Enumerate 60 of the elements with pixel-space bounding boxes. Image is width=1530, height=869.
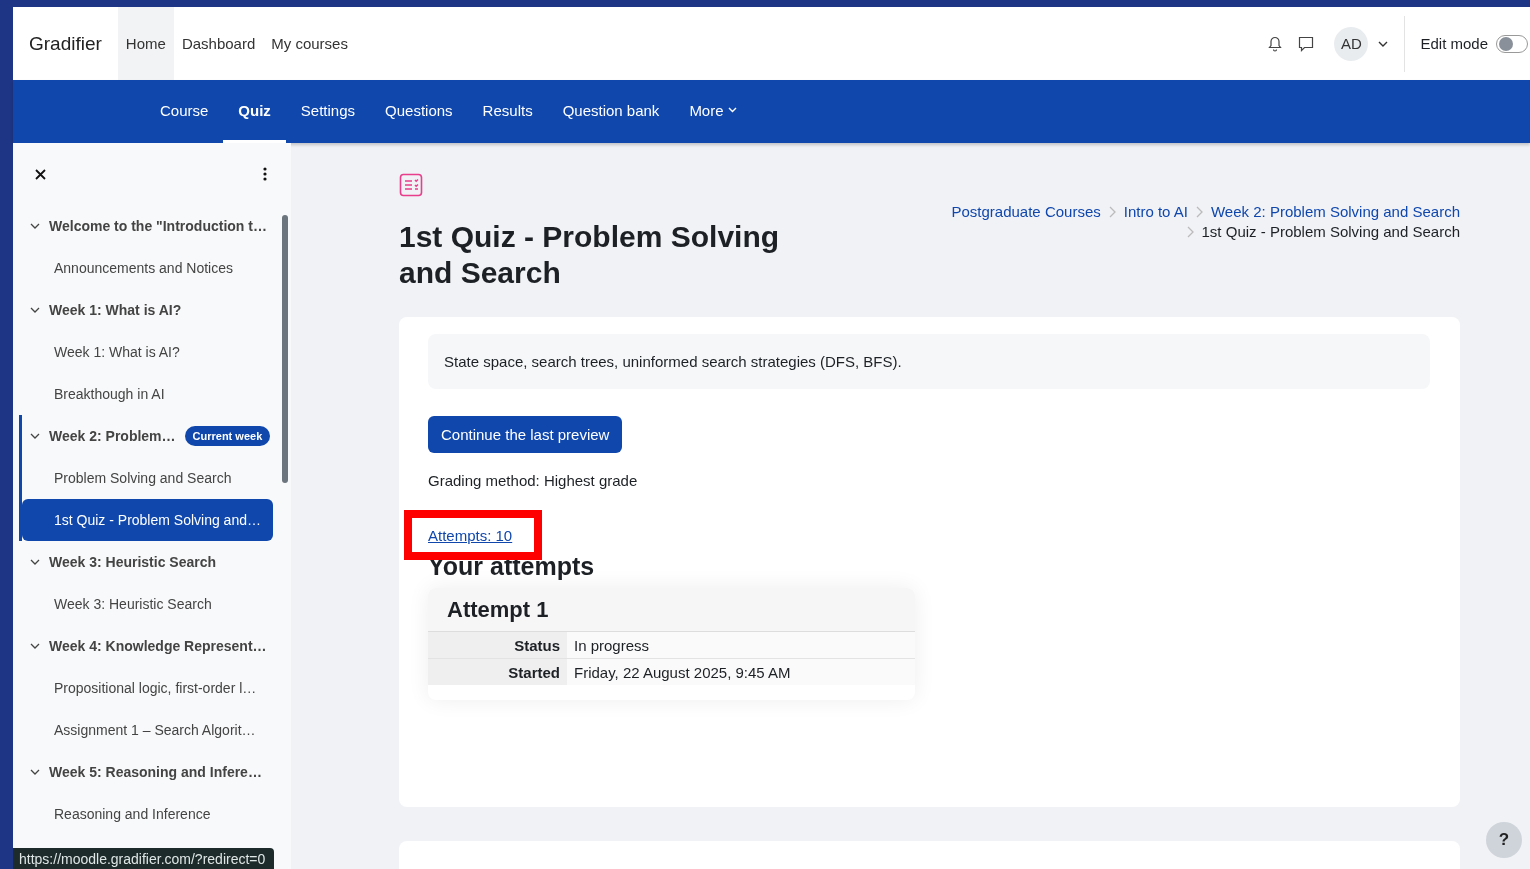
nav-link[interactable]: Home: [117, 7, 174, 80]
section-title[interactable]: Week 1: What is AI?: [49, 302, 182, 318]
row-label: Status: [428, 632, 567, 658]
activity-link[interactable]: Week 3: Heuristic Search: [22, 583, 273, 625]
chevron-icon[interactable]: [30, 433, 40, 439]
bell-icon[interactable]: [1268, 35, 1283, 52]
close-icon[interactable]: [35, 168, 46, 180]
nav-link[interactable]: My courses: [263, 7, 356, 80]
nav-tab[interactable]: More: [674, 80, 752, 143]
attempt-title: Attempt 1: [428, 588, 915, 632]
caret-icon[interactable]: [1378, 40, 1389, 47]
chevron-icon: [1186, 225, 1194, 238]
activity-link[interactable]: Breakthough in AI: [22, 373, 273, 415]
activity-link[interactable]: Week 1: What is AI?: [22, 331, 273, 373]
chat-icon[interactable]: [1298, 35, 1315, 52]
nav-tab[interactable]: Results: [467, 80, 548, 143]
activity-link[interactable]: Assignment 1 – Search Algorit…: [22, 709, 273, 751]
section-title[interactable]: Week 2: Problem…: [49, 428, 176, 444]
activity-link[interactable]: Reasoning and Inference: [22, 793, 273, 835]
activity-link[interactable]: 1st Quiz - Problem Solving and…: [22, 499, 273, 541]
site-brand[interactable]: Gradifier: [29, 32, 102, 55]
chevron-icon[interactable]: [30, 643, 40, 649]
grading-method: Grading method: Highest grade: [428, 472, 639, 489]
status-url: https://moodle.gradifier.com/?redirect=0: [13, 848, 275, 869]
edit-mode-switch[interactable]: [1496, 34, 1528, 53]
breadcrumb-link[interactable]: Postgraduate Courses: [951, 203, 1101, 220]
current-week-badge: Current week: [184, 426, 271, 446]
scrollbar[interactable]: [282, 215, 288, 483]
quiz-description: State space, search trees, uninformed search strategies (DFS, BFS).: [444, 353, 902, 370]
edit-mode-label: Edit mode: [1420, 35, 1488, 52]
chevron-icon[interactable]: [30, 769, 40, 775]
activity-link[interactable]: Announcements and Notices: [22, 247, 273, 289]
page-title: 1st Quiz - Problem Solving and Search: [399, 219, 781, 291]
breadcrumb-link[interactable]: Intro to AI: [1123, 203, 1188, 220]
section-title[interactable]: Week 4: Knowledge Represent…: [49, 638, 267, 654]
activity-link[interactable]: Problem Solving and Search: [22, 457, 273, 499]
section-title[interactable]: Welcome to the "Introduction t…: [49, 218, 267, 234]
activity-link[interactable]: Propositional logic, first-order l…: [22, 667, 273, 709]
chevron-icon[interactable]: [30, 559, 40, 565]
breadcrumb-link[interactable]: Week 2: Problem Solving and Search: [1210, 203, 1460, 220]
chevron-icon[interactable]: [30, 307, 40, 313]
section-title[interactable]: Week 3: Heuristic Search: [49, 554, 217, 570]
row-value: In progress: [573, 636, 650, 654]
current-page-label: 1st Quiz - Problem Solving and Search: [1201, 223, 1460, 240]
nav-tab[interactable]: Settings: [285, 80, 371, 143]
nav-tab[interactable]: Question bank: [547, 80, 675, 143]
row-value: Friday, 22 August 2025, 9:45 AM: [573, 663, 791, 681]
quiz-icon: [399, 173, 423, 197]
user-avatar[interactable]: AD: [1334, 26, 1369, 61]
chevron-icon: [1195, 205, 1203, 218]
continue-preview-button[interactable]: Continue the last preview: [428, 416, 623, 453]
section-title[interactable]: Week 5: Reasoning and Infere…: [49, 764, 262, 780]
chevron-icon[interactable]: [30, 223, 40, 229]
row-label: Started: [428, 659, 567, 685]
chevron-icon: [1108, 205, 1116, 218]
nav-link[interactable]: Dashboard: [173, 7, 264, 80]
nav-tab[interactable]: Course: [145, 80, 224, 143]
attempts-link[interactable]: Attempts: 10: [428, 527, 513, 544]
nav-tab[interactable]: Questions: [370, 80, 468, 143]
more-options-icon[interactable]: [263, 167, 267, 181]
